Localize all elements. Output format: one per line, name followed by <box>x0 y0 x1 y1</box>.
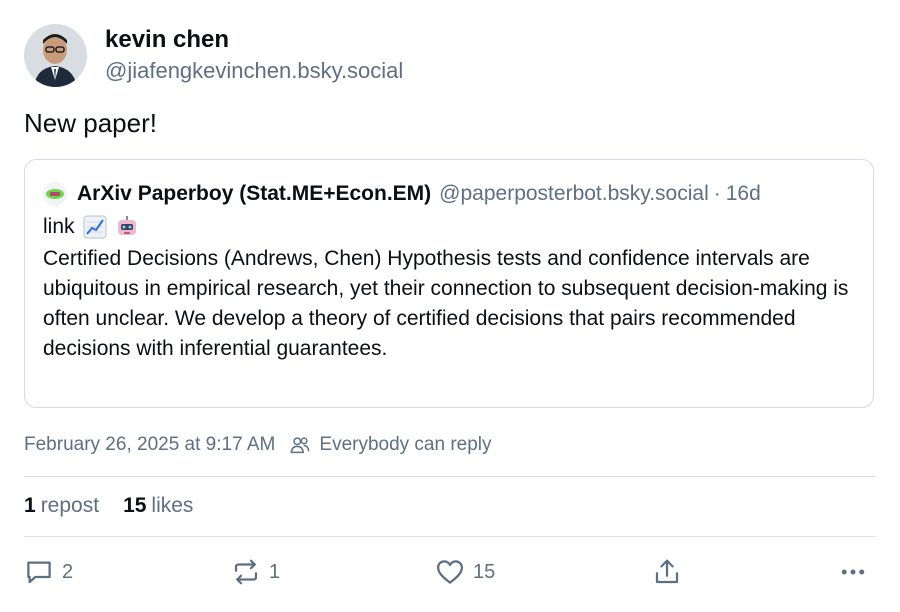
like-count: 15 <box>473 560 496 583</box>
reply-button[interactable]: 2 <box>24 557 73 587</box>
people-icon <box>290 437 310 454</box>
author-handle[interactable]: @jiafengkevinchen.bsky.social <box>105 58 403 84</box>
reposts-count: 1 <box>24 494 36 517</box>
share-button[interactable] <box>652 557 682 587</box>
quoted-author-avatar <box>43 182 67 206</box>
author-display-name[interactable]: kevin chen <box>105 26 229 54</box>
likes-label: likes <box>151 494 194 517</box>
post-stats: 1 repost 15 likes <box>24 494 193 518</box>
robot-emoji <box>115 215 139 239</box>
repost-arrows-icon <box>234 559 258 585</box>
quoted-author-name[interactable]: ArXiv Paperboy (Stat.ME+Econ.EM) <box>77 182 431 206</box>
reposts-label: repost <box>40 494 100 517</box>
post-text: New paper! <box>24 108 157 138</box>
reposts-stat[interactable]: 1 repost <box>24 494 99 518</box>
like-button[interactable]: 15 <box>435 557 495 587</box>
post-meta: February 26, 2025 at 9:17 AM Everybody c… <box>24 434 492 456</box>
quoted-post-card[interactable]: ArXiv Paperboy (Stat.ME+Econ.EM) @paperp… <box>24 159 874 408</box>
author-avatar[interactable] <box>24 24 87 87</box>
speech-bubble-icon <box>27 561 51 584</box>
repost-button[interactable]: 1 <box>231 557 280 587</box>
quoted-post-header: ArXiv Paperboy (Stat.ME+Econ.EM) @paperp… <box>43 182 761 206</box>
header-separator: · <box>713 182 721 205</box>
reply-count: 2 <box>62 560 74 583</box>
divider-top <box>24 476 876 477</box>
share-upload-icon <box>655 559 679 584</box>
divider-bottom <box>24 536 876 537</box>
quoted-post-link[interactable]: link <box>43 215 75 239</box>
quoted-author-handle[interactable]: @paperposterbot.bsky.social <box>439 182 709 206</box>
quoted-post-body: Certified Decisions (Andrews, Chen) Hypo… <box>43 247 849 360</box>
ellipsis-icon <box>841 569 865 575</box>
likes-stat[interactable]: 15 likes <box>123 494 193 518</box>
chart-increasing-emoji <box>83 215 107 239</box>
author-avatar-image <box>24 24 87 87</box>
paperboy-logo-icon <box>43 182 67 206</box>
quoted-post-age: 16d <box>725 182 761 205</box>
repost-count: 1 <box>269 560 281 583</box>
post-timestamp[interactable]: February 26, 2025 at 9:17 AM <box>24 434 275 456</box>
reply-setting[interactable]: Everybody can reply <box>319 434 491 456</box>
likes-count: 15 <box>123 494 147 517</box>
more-options-button[interactable] <box>838 557 868 587</box>
quoted-post-link-line: link <box>43 215 139 239</box>
heart-icon <box>437 560 463 584</box>
